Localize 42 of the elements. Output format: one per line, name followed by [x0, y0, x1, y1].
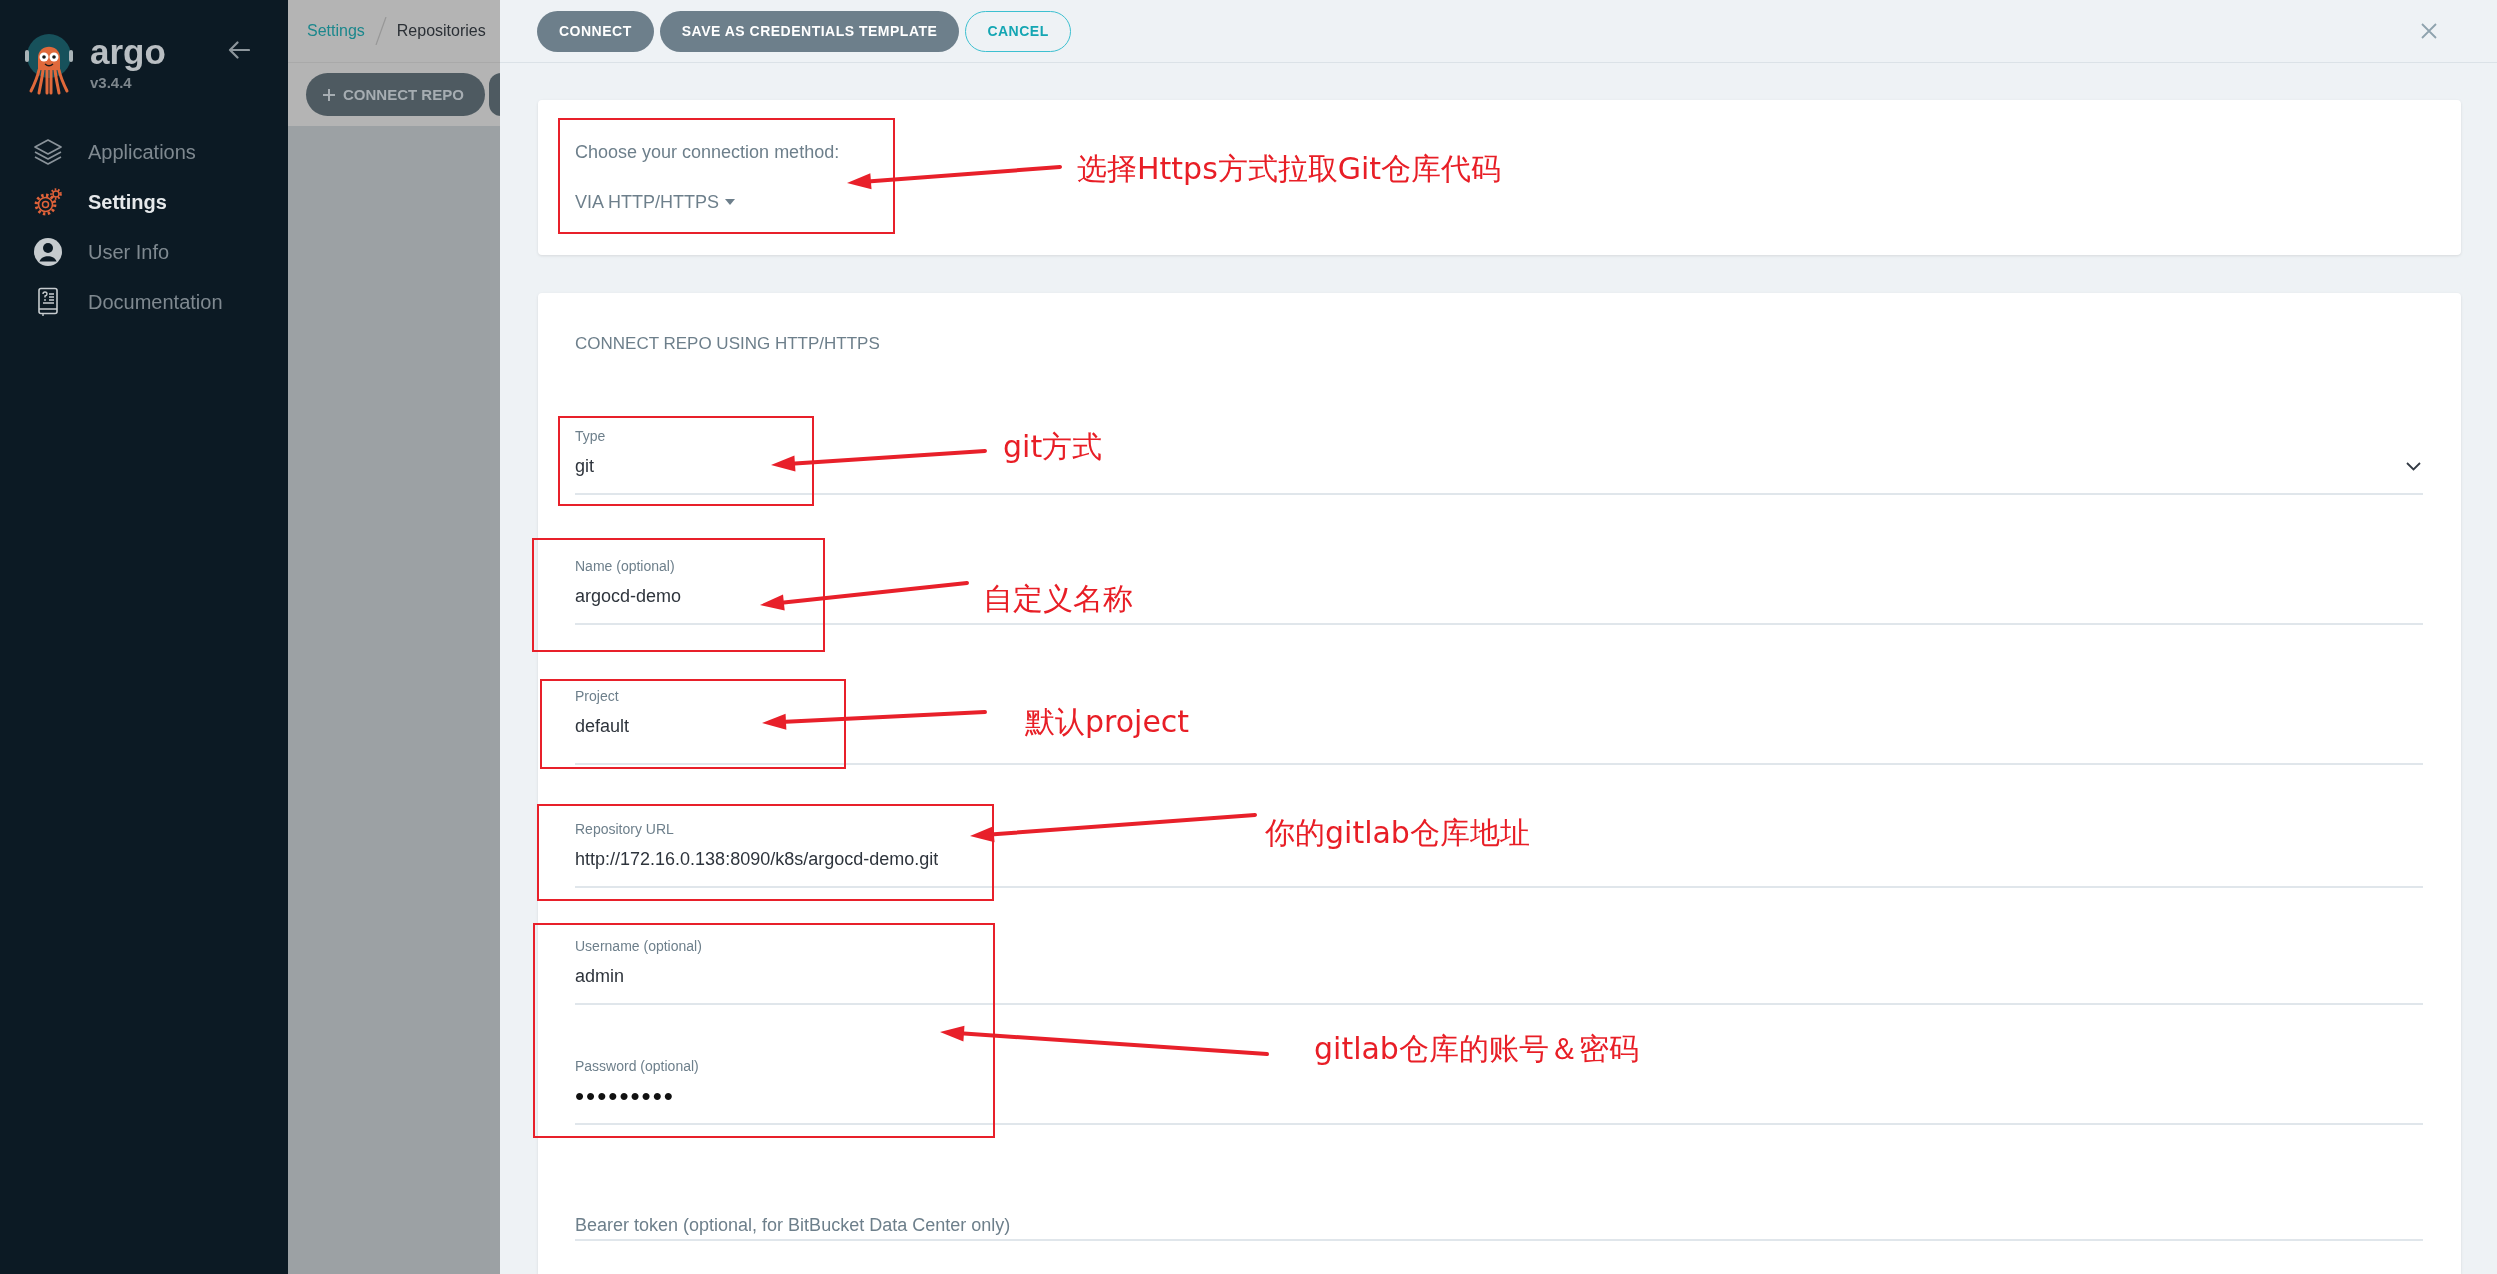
form-title: CONNECT REPO USING HTTP/HTTPS: [575, 334, 880, 354]
select-field[interactable]: git: [575, 454, 594, 478]
breadcrumb-current: Repositories: [396, 22, 486, 40]
annotation-text: 你的gitlab仓库地址: [1265, 817, 1530, 849]
field-label: Type: [575, 427, 606, 445]
connect-repo-button[interactable]: CONNECT REPO: [306, 73, 485, 116]
plus-icon: [323, 88, 335, 101]
annotation-text: gitlab仓库的账号＆密码: [1314, 1033, 1639, 1065]
version-text: v3.4.4: [90, 74, 132, 92]
layers-icon: [33, 138, 63, 166]
text-field[interactable]: http://172.16.0.138:8090/k8s/argocd-demo.git: [575, 847, 939, 871]
field-label: Password (optional): [575, 1057, 699, 1075]
text-field[interactable]: Bearer token (optional, for BitBucket Data Center only): [575, 1213, 1011, 1237]
action-button[interactable]: CONNECT: [537, 10, 654, 52]
text-field[interactable]: argocd-demo: [575, 584, 682, 608]
field-label: Name (optional): [575, 557, 675, 575]
toolbar-button[interactable]: [488, 73, 501, 116]
field-label: Repository URL: [575, 820, 674, 838]
nav-item[interactable]: User Info: [0, 227, 288, 277]
annotation-text: 自定义名称: [983, 583, 1133, 615]
gear-icon: [33, 187, 63, 217]
text-field[interactable]: admin: [575, 964, 625, 988]
back-arrow-icon[interactable]: [228, 41, 250, 59]
nav-item[interactable]: Applications: [0, 127, 288, 177]
prompt-text: Choose your connection method:: [575, 142, 840, 162]
action-button[interactable]: SAVE AS CREDENTIALS TEMPLATE: [659, 10, 960, 52]
annotation-text: 默认project: [1025, 706, 1190, 738]
method-dropdown[interactable]: VIA HTTP/HTTPS: [575, 192, 736, 212]
breadcrumb-separator-icon: [374, 17, 387, 45]
nav-item[interactable]: Settings: [0, 177, 288, 227]
field-label: Project: [575, 687, 619, 705]
field-label: Username (optional): [575, 937, 702, 955]
user-icon: [33, 237, 63, 267]
annotation-text: git方式: [1003, 431, 1103, 463]
logo-text: argo: [90, 35, 166, 69]
chevron-down-icon[interactable]: [2406, 461, 2421, 471]
password-field[interactable]: •••••••••: [575, 1084, 675, 1108]
nav-item[interactable]: Documentation: [0, 277, 288, 327]
text-field[interactable]: default: [575, 714, 630, 738]
annotation-text: 选择Https方式拉取Git仓库代码: [1077, 153, 1502, 185]
caret-down-icon: [725, 199, 736, 205]
octopus-logo-icon: [25, 33, 73, 95]
